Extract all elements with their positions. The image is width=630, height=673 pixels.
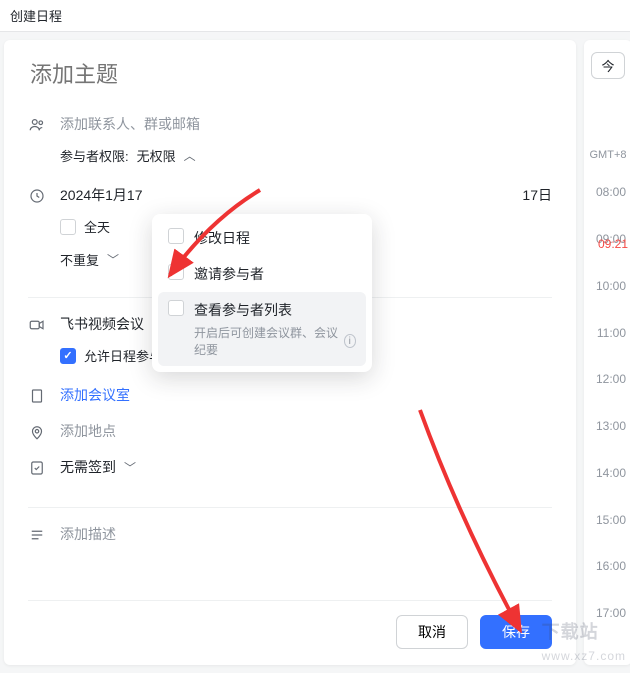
permission-dropdown: 修改日程 邀请参与者 查看参与者列表 开启后可创建会议群、会议纪要 i [152, 214, 372, 372]
location-input[interactable]: 添加地点 [60, 423, 116, 439]
end-time-suffix[interactable]: 17日 [522, 185, 552, 205]
chevron-down-icon: ﹀ [107, 251, 119, 268]
participants-row: 添加联系人、群或邮箱 参与者权限: 无权限 ︿ [28, 114, 552, 165]
chevron-down-icon[interactable]: ﹀ [124, 459, 136, 476]
option-description: 开启后可创建会议群、会议纪要 i [194, 324, 356, 358]
hour-label: 13:00 [586, 419, 630, 466]
option-checkbox[interactable] [168, 300, 184, 316]
chevron-up-icon: ︿ [184, 147, 196, 164]
permission-option-invite[interactable]: 邀请参与者 [158, 256, 366, 292]
hour-label: 11:00 [586, 326, 630, 373]
footer: 取消 保存 [28, 600, 552, 649]
repeat-value: 不重复 [60, 250, 99, 269]
add-participant-input[interactable]: 添加联系人、群或邮箱 [60, 114, 552, 134]
hour-label: 16:00 [586, 559, 630, 606]
permission-option-edit[interactable]: 修改日程 [158, 220, 366, 256]
hour-label: 12:00 [586, 372, 630, 419]
body-wrap: 添加联系人、群或邮箱 参与者权限: 无权限 ︿ 2024年1月17 17日 [0, 32, 630, 673]
current-time-indicator: 09:21 [586, 237, 630, 251]
checkin-icon [28, 457, 46, 477]
info-icon[interactable]: i [344, 334, 356, 348]
option-label: 修改日程 [194, 228, 250, 248]
participants-icon [28, 114, 46, 134]
option-checkbox[interactable] [168, 264, 184, 280]
description-input[interactable]: 添加描述 [60, 526, 116, 542]
all-day-checkbox[interactable] [60, 219, 76, 235]
location-row: 添加地点 [28, 421, 552, 443]
permission-option-view-list[interactable]: 查看参与者列表 开启后可创建会议群、会议纪要 i [158, 292, 366, 366]
hour-label: 14:00 [586, 466, 630, 513]
timeline-panel: 今 GMT+8 08:00 09:00 09:21 10:00 11:00 12… [584, 40, 630, 665]
checkin-row: 无需签到 ﹀ [28, 457, 552, 479]
participant-permission[interactable]: 参与者权限: 无权限 ︿ [60, 146, 552, 165]
location-icon [28, 421, 46, 441]
event-title-input[interactable] [30, 62, 554, 88]
hour-label: 10:00 [586, 279, 630, 326]
clock-icon [28, 185, 46, 205]
watermark: 下载站www.xz7.com [542, 618, 626, 665]
permission-label: 参与者权限: [60, 146, 129, 165]
window-title: 创建日程 [0, 0, 630, 32]
cancel-button[interactable]: 取消 [396, 615, 468, 649]
description-row: 添加描述 [28, 524, 552, 546]
option-label: 邀请参与者 [194, 264, 264, 284]
allow-start-checkbox[interactable]: ✓ [60, 348, 76, 364]
all-day-label: 全天 [84, 217, 110, 236]
option-label: 查看参与者列表 [194, 300, 356, 320]
timezone-label: GMT+8 [590, 149, 627, 161]
video-type[interactable]: 飞书视频会议 [60, 314, 144, 334]
hour-label: 15:00 [586, 513, 630, 560]
room-row: 添加会议室 [28, 385, 552, 407]
checkin-value[interactable]: 无需签到 [60, 457, 116, 477]
today-button[interactable]: 今 [591, 52, 625, 79]
permission-value: 无权限 [137, 146, 176, 165]
description-icon [28, 524, 46, 544]
option-checkbox[interactable] [168, 228, 184, 244]
start-time[interactable]: 2024年1月17 [60, 185, 143, 205]
divider [28, 507, 552, 508]
video-icon [28, 314, 46, 334]
add-room-button[interactable]: 添加会议室 [60, 387, 130, 403]
create-event-panel: 添加联系人、群或邮箱 参与者权限: 无权限 ︿ 2024年1月17 17日 [4, 40, 576, 665]
room-icon [28, 385, 46, 405]
hour-label: 08:00 [586, 185, 630, 232]
